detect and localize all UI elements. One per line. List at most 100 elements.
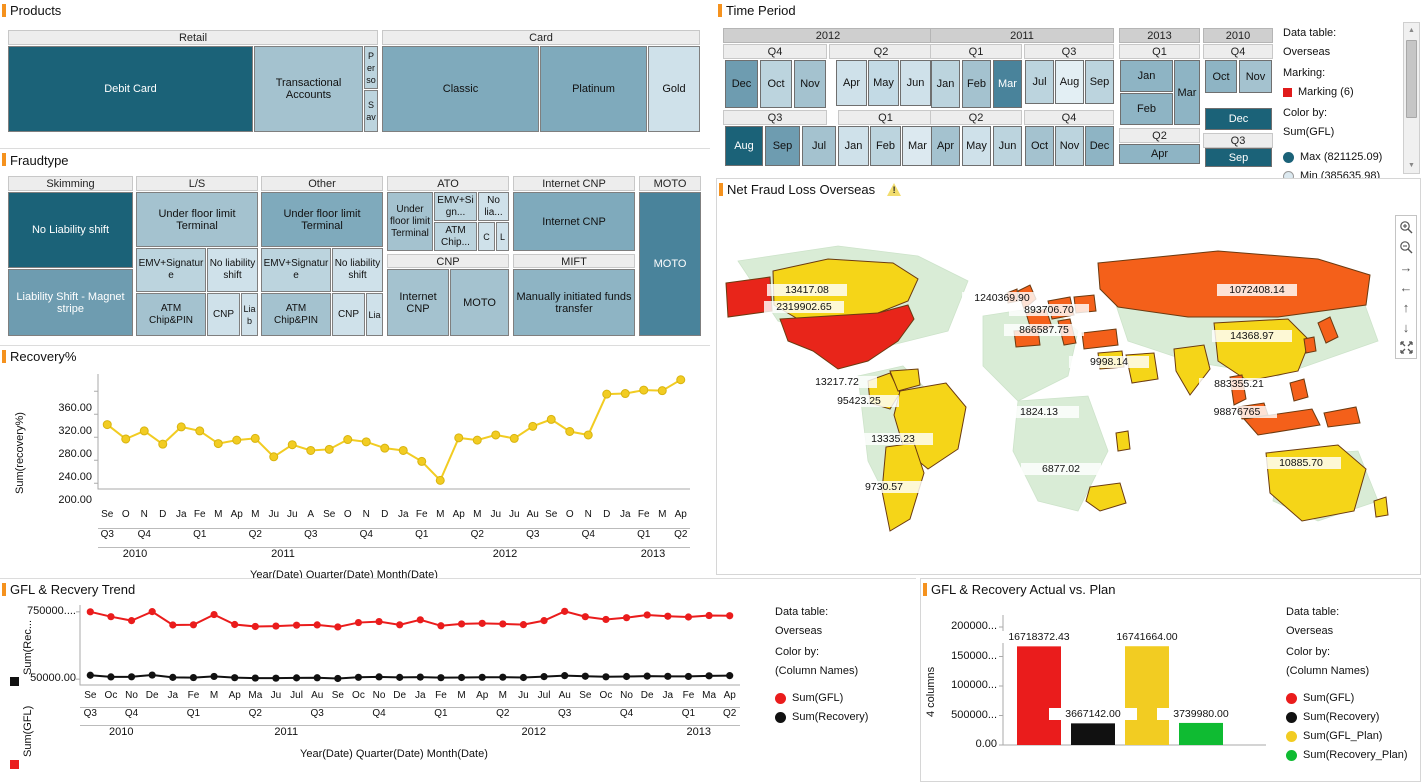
treemap-cell[interactable]: Liab: [241, 293, 258, 336]
map-value-label: 13217.72: [797, 376, 877, 388]
treemap-cell-label: C: [483, 231, 490, 242]
month-cell[interactable]: Dec: [725, 60, 758, 108]
month-cell[interactable]: May: [962, 126, 991, 166]
month-cell[interactable]: Jan: [838, 126, 869, 166]
treemap-cell[interactable]: ATM Chip&PIN: [136, 293, 206, 336]
scroll-up-arrow[interactable]: ▲: [1404, 23, 1419, 38]
time-period-treemap[interactable]: 2012 Q4 Dec Oct Nov Q2 Apr May Jun Q3 Aug Sep Jul Q1 J…: [0, 0, 1421, 176]
y-tick-label: 200000...: [951, 620, 997, 632]
treemap-cell[interactable]: EMV+Signature: [261, 248, 331, 292]
treemap-cell[interactable]: Under floor limit Terminal: [387, 192, 433, 251]
month-cell[interactable]: Jul: [1025, 60, 1054, 104]
month-cell[interactable]: Sep: [1205, 148, 1272, 167]
pan-right-icon[interactable]: →: [1397, 258, 1415, 276]
treemap-cell[interactable]: MOTO: [450, 269, 509, 336]
legend-color-swatch: [775, 712, 786, 723]
y-axis-title: 4 columns: [925, 666, 937, 717]
treemap-cell[interactable]: L: [496, 222, 509, 251]
month-cell[interactable]: Apr: [931, 126, 960, 166]
scroll-down-arrow[interactable]: ▼: [1404, 158, 1419, 173]
y-tick-label: 50000.00: [30, 672, 76, 685]
month-cell[interactable]: Jun: [993, 126, 1022, 166]
treemap-cell[interactable]: No liability shift: [332, 248, 383, 292]
treemap-cell[interactable]: EMV+Sign...: [434, 192, 477, 221]
scroll-thumb[interactable]: [1406, 40, 1417, 118]
month-cell[interactable]: Jan: [931, 60, 960, 108]
month-cell[interactable]: Aug: [1055, 60, 1084, 104]
year-tick-label: 2013: [616, 547, 690, 560]
month-cell[interactable]: Aug: [725, 126, 763, 166]
treemap-cell[interactable]: CNP: [207, 293, 240, 336]
map-toolbar[interactable]: → ← ↑ ↓: [1395, 215, 1417, 359]
month-cell[interactable]: Feb: [962, 60, 991, 108]
month-cell[interactable]: Dec: [1085, 126, 1114, 166]
month-cell[interactable]: Mar: [1174, 60, 1200, 125]
quarter-tick-label: Q2: [224, 707, 287, 719]
treemap-cell[interactable]: MOTO: [639, 192, 701, 336]
actual-vs-plan-chart[interactable]: 200000... 150000... 100000... 500000... 0.00…: [921, 597, 1281, 782]
month-cell[interactable]: Jun: [900, 60, 931, 106]
map-country-skorea[interactable]: [1303, 336, 1317, 354]
pan-left-icon[interactable]: ←: [1397, 278, 1415, 296]
recovery-percent-chart[interactable]: 200.00 240.00 280.00 320.00 360.00 Se O N D Ja Fe M…: [0, 364, 710, 581]
month-cell[interactable]: May: [868, 60, 899, 106]
treemap-cell[interactable]: Manually initiated funds transfer: [513, 269, 635, 336]
treemap-cell[interactable]: No lia...: [478, 192, 509, 221]
pan-down-icon[interactable]: ↓: [1397, 318, 1415, 336]
treemap-cell[interactable]: ATM Chip&PIN: [261, 293, 331, 336]
month-cell[interactable]: Nov: [794, 60, 826, 108]
treemap-cell[interactable]: Liability Shift - Magnet stripe: [8, 269, 133, 336]
month-cell[interactable]: Feb: [1120, 93, 1173, 125]
quarter-header: Q1: [930, 44, 1022, 59]
treemap-cell[interactable]: ATM Chip...: [434, 222, 477, 251]
month-cell[interactable]: Feb: [870, 126, 901, 166]
treemap-cell[interactable]: EMV+Signature: [136, 248, 206, 292]
month-cell[interactable]: Jul: [802, 126, 836, 166]
month-cell[interactable]: Nov: [1239, 60, 1272, 93]
month-cell[interactable]: Nov: [1055, 126, 1084, 166]
map-country-kenya[interactable]: [1115, 430, 1131, 452]
month-cell[interactable]: Oct: [760, 60, 792, 108]
recovery-series-swatch: [10, 677, 19, 686]
month-cell[interactable]: Sep: [765, 126, 800, 166]
month-cell[interactable]: Apr: [836, 60, 867, 106]
year-header: 2010: [1203, 28, 1273, 43]
gfl-recovery-trend-chart[interactable]: 750000.... 50000.00 Se Oc No De Ja Fe M Ap Ma Ju Jul…: [0, 597, 760, 782]
month-cell[interactable]: Jan: [1120, 60, 1173, 92]
treemap-cell[interactable]: No Liability shift: [8, 192, 133, 268]
month-cell[interactable]: Mar: [993, 60, 1022, 108]
treemap-cell[interactable]: Internet CNP: [513, 192, 635, 251]
treemap-cell[interactable]: Lia: [366, 293, 383, 336]
treemap-cell-label: No lia...: [484, 194, 503, 218]
zoom-in-icon[interactable]: [1397, 218, 1415, 236]
month-cell[interactable]: Oct: [1205, 60, 1237, 93]
zoom-out-icon[interactable]: [1397, 238, 1415, 256]
time-legend-marking-row[interactable]: Marking (6): [1283, 83, 1382, 102]
treemap-cell[interactable]: Internet CNP: [387, 269, 449, 336]
quarter-header: Q4: [723, 44, 827, 59]
treemap-cell[interactable]: No liability shift: [207, 248, 258, 292]
map-country-nz[interactable]: [1373, 496, 1389, 518]
treemap-cell[interactable]: Under floor limit Terminal: [261, 192, 383, 247]
recovery-panel: Recovery% 200.00 240.00 280.00 320.00 360.00…: [0, 345, 710, 581]
fit-to-screen-icon[interactable]: [1397, 338, 1415, 356]
world-map[interactable]: 13417.08 2319902.65 13217.72 95423.25 13335.…: [718, 201, 1398, 573]
x-tick-label: Ja: [415, 690, 426, 701]
month-cell[interactable]: Apr: [1119, 144, 1200, 164]
legend-entry: Sum(Recovery): [1286, 708, 1408, 727]
treemap-group-header: Internet CNP: [513, 176, 635, 191]
map-country-turkey[interactable]: [1081, 328, 1119, 350]
treemap-cell[interactable]: Under floor limit Terminal: [136, 192, 258, 247]
month-cell[interactable]: Sep: [1085, 60, 1114, 104]
month-cell[interactable]: Dec: [1205, 108, 1272, 130]
month-cell[interactable]: Oct: [1025, 126, 1054, 166]
treemap-cell[interactable]: CNP: [332, 293, 365, 336]
x-tick-label: M: [457, 690, 466, 701]
map-value-label: 1240369.90: [962, 292, 1042, 304]
quarter-tick-label: Q2: [719, 707, 740, 719]
treemap-cell[interactable]: C: [478, 222, 495, 251]
time-period-scrollbar[interactable]: ▲ ▼: [1403, 22, 1420, 174]
pan-up-icon[interactable]: ↑: [1397, 298, 1415, 316]
actual-plan-legend: Data table: Overseas Color by: (Column N…: [1286, 603, 1408, 765]
month-cell[interactable]: Mar: [902, 126, 933, 166]
